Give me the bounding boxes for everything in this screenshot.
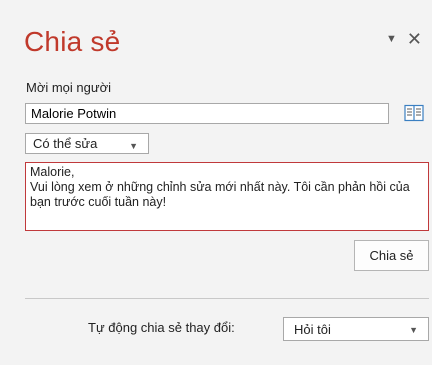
permission-dropdown[interactable]: Có thể sửa ▼	[25, 133, 149, 154]
chevron-down-icon: ▼	[409, 325, 418, 335]
task-pane-options-icon[interactable]: ▼	[386, 33, 397, 45]
close-icon[interactable]: ✕	[407, 30, 422, 48]
invite-people-label: Mời mọi người	[26, 80, 111, 95]
pane-title: Chia sẻ	[24, 26, 121, 57]
share-button[interactable]: Chia sẻ	[354, 240, 429, 271]
auto-share-selected-value: Hỏi tôi	[294, 322, 331, 337]
chevron-down-icon: ▼	[129, 141, 138, 151]
auto-share-dropdown[interactable]: Hỏi tôi ▼	[283, 317, 429, 341]
pane-header-controls: ▼ ✕	[386, 30, 422, 48]
invite-people-input[interactable]	[25, 103, 389, 124]
share-pane: Chia sẻ ▼ ✕ Mời mọi người Có thể sửa ▼ M…	[0, 0, 432, 365]
message-textarea[interactable]: Malorie, Vui lòng xem ở những chỉnh sửa …	[25, 162, 429, 231]
permission-selected-value: Có thể sửa	[33, 136, 98, 151]
auto-share-label: Tự động chia sẻ thay đổi:	[88, 320, 235, 335]
address-book-icon[interactable]	[404, 104, 424, 122]
divider	[25, 298, 429, 299]
